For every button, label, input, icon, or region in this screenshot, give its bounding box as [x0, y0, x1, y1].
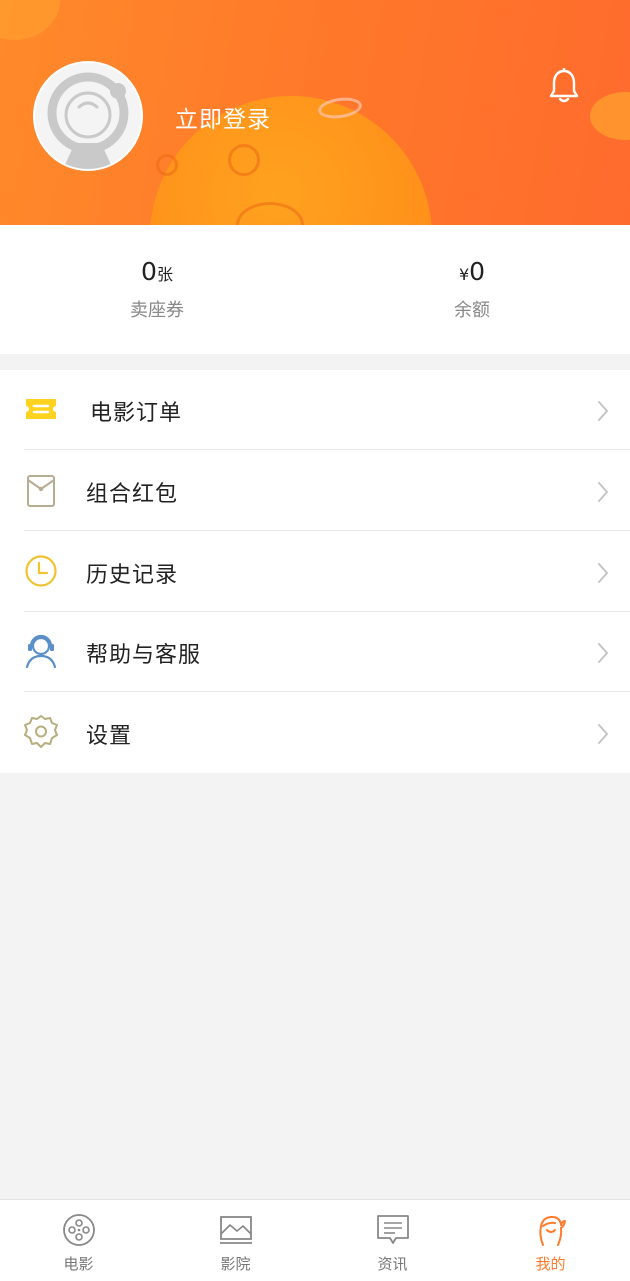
- menu-item-help[interactable]: 帮助与客服: [0, 612, 630, 692]
- menu-item-label: 历史记录: [86, 563, 179, 588]
- balance-amount: 0: [469, 257, 486, 286]
- red-envelope-icon: [22, 471, 60, 509]
- film-reel-icon: [63, 1214, 95, 1246]
- profile-icon: [539, 1216, 566, 1246]
- bottom-tab-bar: 电影 影院 资讯 我的: [0, 1199, 630, 1281]
- menu-item-label: 设置: [86, 724, 133, 749]
- tab-label: 影院: [220, 1255, 251, 1273]
- decor-blob: [0, 0, 60, 40]
- ticket-icon: [22, 390, 60, 428]
- menu-item-red-envelope[interactable]: 组合红包: [0, 451, 630, 531]
- login-link[interactable]: 立即登录: [175, 100, 271, 134]
- chevron-right-icon: [597, 400, 609, 422]
- coupon-stat[interactable]: 0张 卖座券: [57, 257, 257, 322]
- clock-icon: [22, 552, 60, 590]
- chevron-right-icon: [597, 481, 609, 503]
- tab-label: 资讯: [377, 1255, 408, 1273]
- gear-icon: [22, 713, 60, 751]
- menu-item-settings[interactable]: 设置: [0, 693, 630, 773]
- tab-label: 电影: [63, 1255, 94, 1273]
- coupon-count: 0: [141, 257, 157, 286]
- divider: [24, 449, 630, 450]
- decor-blob: [590, 92, 630, 140]
- customer-service-icon: [22, 632, 60, 670]
- menu-item-label: 组合红包: [86, 482, 179, 507]
- chevron-right-icon: [597, 642, 609, 664]
- menu-item-label: 帮助与客服: [86, 643, 202, 668]
- avatar[interactable]: [33, 61, 143, 171]
- tab-label: 我的: [535, 1255, 566, 1273]
- default-avatar-icon: [47, 72, 129, 169]
- menu-item-movie-orders[interactable]: 电影订单: [0, 370, 630, 450]
- balance-label: 余额: [454, 300, 490, 321]
- balance-stat[interactable]: ¥0 余额: [372, 257, 572, 322]
- currency-symbol: ¥: [458, 265, 470, 284]
- chevron-right-icon: [597, 723, 609, 745]
- tab-profile[interactable]: 我的: [472, 1200, 629, 1281]
- tab-news[interactable]: 资讯: [314, 1200, 471, 1281]
- tab-movies[interactable]: 电影: [0, 1200, 157, 1281]
- coupon-label: 卖座券: [130, 300, 184, 321]
- menu-item-label: 电影订单: [90, 401, 183, 426]
- tab-cinemas[interactable]: 影院: [157, 1200, 314, 1281]
- chevron-right-icon: [597, 562, 609, 584]
- profile-header: 立即登录: [0, 0, 630, 225]
- notification-bell-icon[interactable]: [548, 66, 580, 104]
- cinema-icon: [220, 1216, 252, 1244]
- menu-item-history[interactable]: 历史记录: [0, 532, 630, 612]
- divider: [24, 530, 630, 531]
- menu-list: 电影订单 组合红包 历史记录 帮助与客服 设置: [0, 370, 630, 773]
- news-icon: [377, 1215, 409, 1244]
- stats-panel: 0张 卖座券 ¥0 余额: [0, 225, 630, 354]
- coupon-unit: 张: [156, 265, 173, 284]
- divider: [24, 691, 630, 692]
